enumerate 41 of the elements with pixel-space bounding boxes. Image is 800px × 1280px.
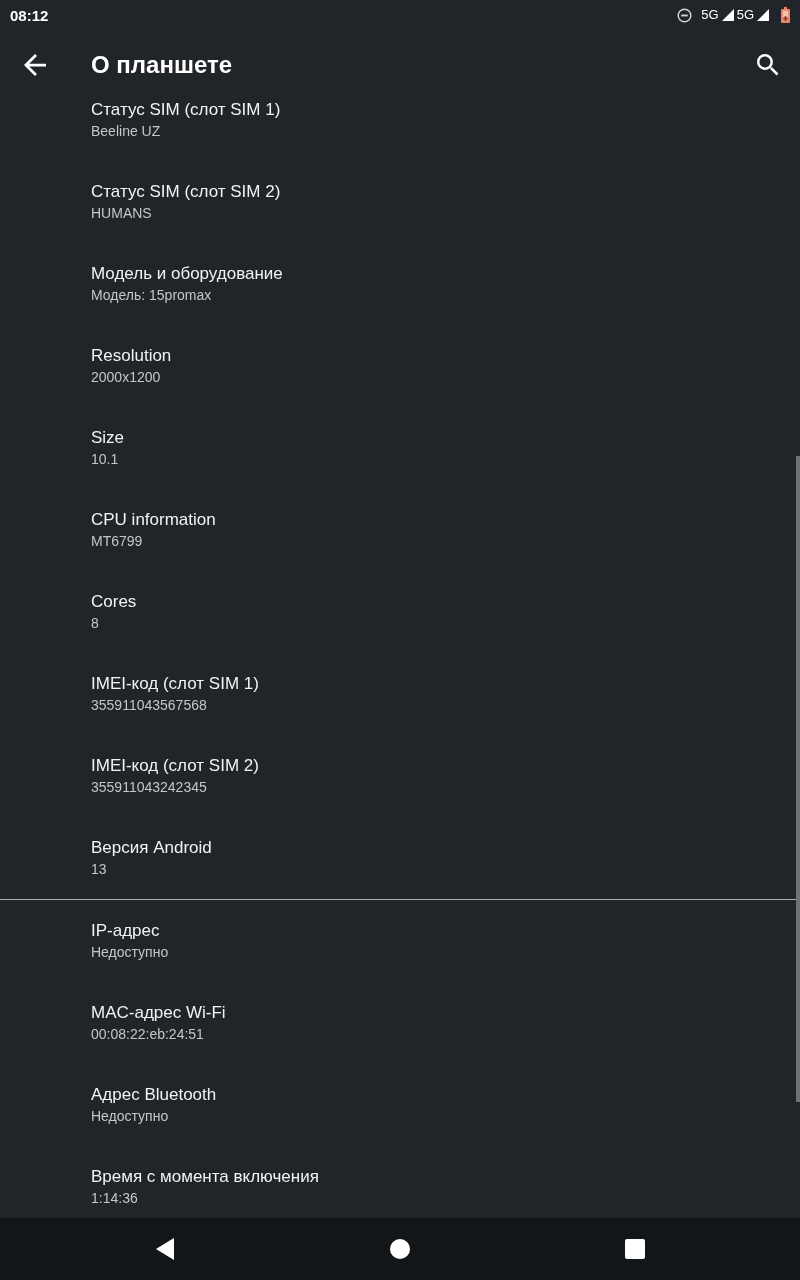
setting-value: Недоступно [91, 943, 169, 961]
setting-title: MAC-адрес Wi-Fi [91, 1003, 226, 1023]
setting-value: 8 [91, 614, 99, 632]
setting-title: Адрес Bluetooth [91, 1085, 217, 1105]
setting-title: Статус SIM (слот SIM 2) [91, 182, 281, 202]
setting-value: 355911043567568 [91, 696, 207, 714]
setting-title: Версия Android [91, 838, 212, 858]
setting-value: 1:14:36 [91, 1189, 138, 1207]
do-not-disturb-icon [677, 7, 693, 23]
setting-value: Модель: 15promax [91, 286, 212, 304]
setting-value: 2000x1200 [91, 368, 161, 386]
setting-title: Время с момента включения [91, 1167, 319, 1187]
setting-value: HUMANS [91, 204, 152, 222]
search-icon [757, 54, 779, 76]
setting-value: 355911043242345 [91, 778, 207, 796]
home-circle-icon [390, 1239, 410, 1259]
setting-title: IMEI-код (слот SIM 1) [91, 674, 259, 694]
setting-title: IP-адрес [91, 921, 160, 941]
setting-title: Resolution [91, 346, 172, 366]
signal-icon [721, 9, 734, 21]
setting-title: CPU information [91, 510, 216, 530]
setting-title: Статус SIM (слот SIM 1) [91, 100, 281, 120]
setting-value: 00:08:22:eb:24:51 [91, 1025, 204, 1043]
setting-value: 13 [91, 860, 107, 878]
setting-value: Недоступно [91, 1107, 169, 1125]
page-title: О планшете [91, 51, 233, 79]
setting-title: IMEI-код (слот SIM 2) [91, 756, 259, 776]
setting-value: Beeline UZ [91, 122, 161, 140]
setting-title: Модель и оборудование [91, 264, 283, 284]
network-type-label: 5G [736, 8, 754, 22]
setting-title: Size [91, 428, 125, 448]
setting-value: 10.1 [91, 450, 119, 468]
back-arrow-icon [24, 54, 46, 76]
back-triangle-icon [156, 1238, 174, 1260]
network-type-label: 5G [701, 8, 719, 22]
battery-icon [781, 7, 790, 23]
signal-icon [757, 9, 769, 21]
clock-time: 08:12 [10, 6, 49, 24]
setting-value: MT6799 [91, 532, 143, 550]
recents-square-icon [625, 1239, 645, 1259]
setting-title: Cores [91, 592, 137, 612]
